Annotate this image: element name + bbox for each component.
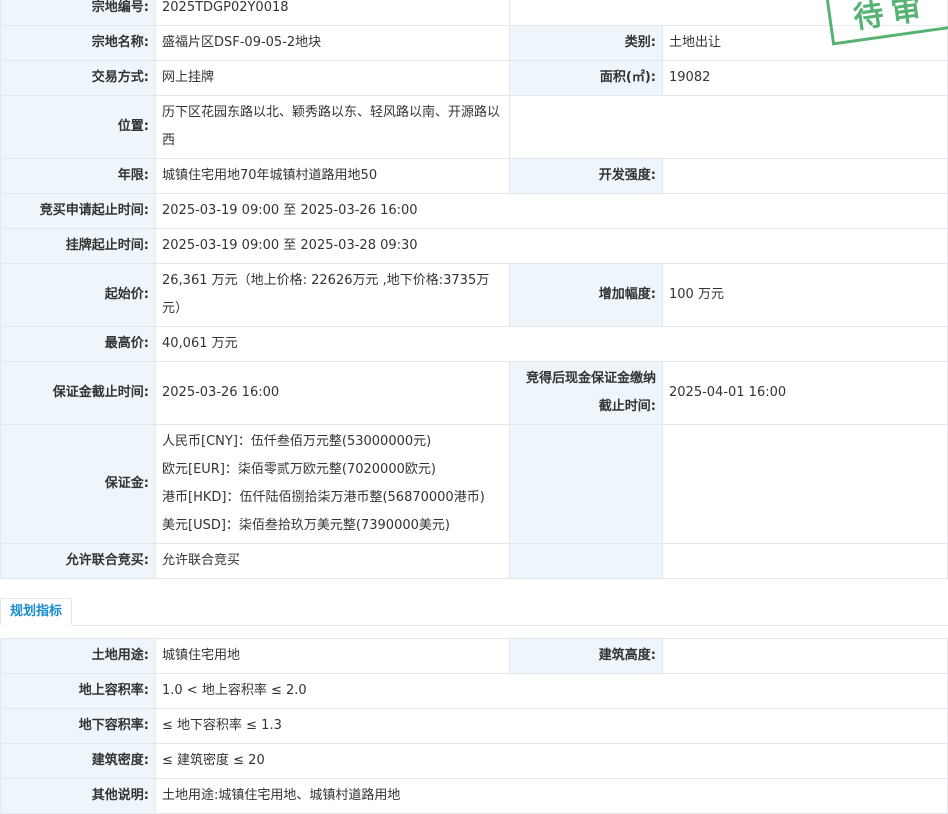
far-below-label: 地下容积率: — [0, 708, 156, 744]
table-row: 最高价: 40,061 万元 — [0, 326, 948, 362]
apply-period-label: 竞买申请起止时间: — [0, 193, 156, 229]
far-above-label: 地上容积率: — [0, 673, 156, 709]
table-row: 建筑密度: ≤ 建筑密度 ≤ 20 — [0, 743, 948, 779]
table-row: 宗地编号: 2025TDGP02Y0018 — [0, 0, 948, 26]
trade-method-label: 交易方式: — [0, 60, 156, 96]
land-listing-page: 宗地编号: 2025TDGP02Y0018 宗地名称: 盛福片区DSF-09-0… — [0, 0, 948, 814]
increment-value: 100 万元 — [662, 263, 948, 327]
table-row: 保证金: 人民币[CNY]：伍仟叁佰万元整(53000000元) 欧元[EUR]… — [0, 424, 948, 544]
term-label: 年限: — [0, 158, 156, 194]
deposit-deadline-label: 保证金截止时间: — [0, 361, 156, 425]
deposit-hkd: 港币[HKD]：伍仟陆佰捌拾柒万港币整(56870000港币) — [162, 490, 485, 505]
start-price-value: 26,361 万元（地上价格: 22626万元 ,地下价格:3735万元） — [155, 263, 510, 327]
other-notes-value: 土地用途:城镇住宅用地、城镇村道路用地 — [155, 778, 948, 814]
land-use-value: 城镇住宅用地 — [155, 638, 510, 674]
tab-planning-indicators[interactable]: 规划指标 — [0, 598, 73, 626]
parcel-name-value: 盛福片区DSF-09-05-2地块 — [155, 25, 510, 61]
table-row: 竞买申请起止时间: 2025-03-19 09:00 至 2025-03-26 … — [0, 193, 948, 229]
far-above-value: 1.0 < 地上容积率 ≤ 2.0 — [155, 673, 948, 709]
parcel-no-label: 宗地编号: — [0, 0, 156, 26]
max-price-value: 40,061 万元 — [155, 326, 948, 362]
deposit-usd: 美元[USD]：柒佰叁拾玖万美元整(7390000美元) — [162, 518, 450, 533]
table-row: 位置: 历下区花园东路以北、颖秀路以东、轻风路以南、开源路以西 — [0, 95, 948, 159]
deposit-cny: 人民币[CNY]：伍仟叁佰万元整(53000000元) — [162, 434, 432, 449]
joint-bid-label: 允许联合竞买: — [0, 543, 156, 579]
table-row: 宗地名称: 盛福片区DSF-09-05-2地块 类别: 土地出让 — [0, 25, 948, 61]
listing-period-value: 2025-03-19 09:00 至 2025-03-28 09:30 — [155, 228, 948, 264]
table-row: 保证金截止时间: 2025-03-26 16:00 竞得后现金保证金缴纳截止时间… — [0, 361, 948, 425]
trade-method-value: 网上挂牌 — [155, 60, 510, 96]
parcel-name-label: 宗地名称: — [0, 25, 156, 61]
table-row: 起始价: 26,361 万元（地上价格: 22626万元 ,地下价格:3735万… — [0, 263, 948, 327]
apply-period-value: 2025-03-19 09:00 至 2025-03-26 16:00 — [155, 193, 948, 229]
category-label: 类别: — [509, 25, 663, 61]
planning-table: 土地用途: 城镇住宅用地 建筑高度: 地上容积率: 1.0 < 地上容积率 ≤ … — [0, 638, 948, 814]
far-below-value: ≤ 地下容积率 ≤ 1.3 — [155, 708, 948, 744]
location-label: 位置: — [0, 95, 156, 159]
planning-tab-bar: 规划指标 — [0, 579, 948, 626]
dev-intensity-label: 开发强度: — [509, 158, 663, 194]
density-label: 建筑密度: — [0, 743, 156, 779]
table-row: 挂牌起止时间: 2025-03-19 09:00 至 2025-03-28 09… — [0, 228, 948, 264]
term-value: 城镇住宅用地70年城镇村道路用地50 — [155, 158, 510, 194]
table-row: 交易方式: 网上挂牌 面积(㎡): 19082 — [0, 60, 948, 96]
increment-label: 增加幅度: — [509, 263, 663, 327]
building-height-label: 建筑高度: — [509, 638, 663, 674]
parcel-no-value: 2025TDGP02Y0018 — [155, 0, 510, 26]
location-value: 历下区花园东路以北、颖秀路以东、轻风路以南、开源路以西 — [155, 95, 510, 159]
listing-period-label: 挂牌起止时间: — [0, 228, 156, 264]
deposit-deadline-value: 2025-03-26 16:00 — [155, 361, 510, 425]
table-row: 地下容积率: ≤ 地下容积率 ≤ 1.3 — [0, 708, 948, 744]
dev-intensity-value — [662, 158, 948, 194]
deposit-label: 保证金: — [0, 424, 156, 544]
other-notes-label: 其他说明: — [0, 778, 156, 814]
building-height-value — [662, 638, 948, 674]
table-row: 地上容积率: 1.0 < 地上容积率 ≤ 2.0 — [0, 673, 948, 709]
density-value: ≤ 建筑密度 ≤ 20 — [155, 743, 948, 779]
max-price-label: 最高价: — [0, 326, 156, 362]
deposit-eur: 欧元[EUR]：柒佰零贰万欧元整(7020000欧元) — [162, 462, 436, 477]
start-price-label: 起始价: — [0, 263, 156, 327]
cash-deposit-deadline-label: 竞得后现金保证金缴纳截止时间: — [509, 361, 663, 425]
table-row: 年限: 城镇住宅用地70年城镇村道路用地50 开发强度: — [0, 158, 948, 194]
deposit-list: 人民币[CNY]：伍仟叁佰万元整(53000000元) 欧元[EUR]：柒佰零贰… — [155, 424, 510, 544]
cash-deposit-deadline-value: 2025-04-01 16:00 — [662, 361, 948, 425]
land-info-table: 宗地编号: 2025TDGP02Y0018 宗地名称: 盛福片区DSF-09-0… — [0, 0, 948, 579]
table-row: 其他说明: 土地用途:城镇住宅用地、城镇村道路用地 — [0, 778, 948, 814]
table-row: 土地用途: 城镇住宅用地 建筑高度: — [0, 638, 948, 674]
land-use-label: 土地用途: — [0, 638, 156, 674]
area-label: 面积(㎡): — [509, 60, 663, 96]
joint-bid-value: 允许联合竞买 — [155, 543, 510, 579]
table-row: 允许联合竞买: 允许联合竞买 — [0, 543, 948, 579]
area-value: 19082 — [662, 60, 948, 96]
